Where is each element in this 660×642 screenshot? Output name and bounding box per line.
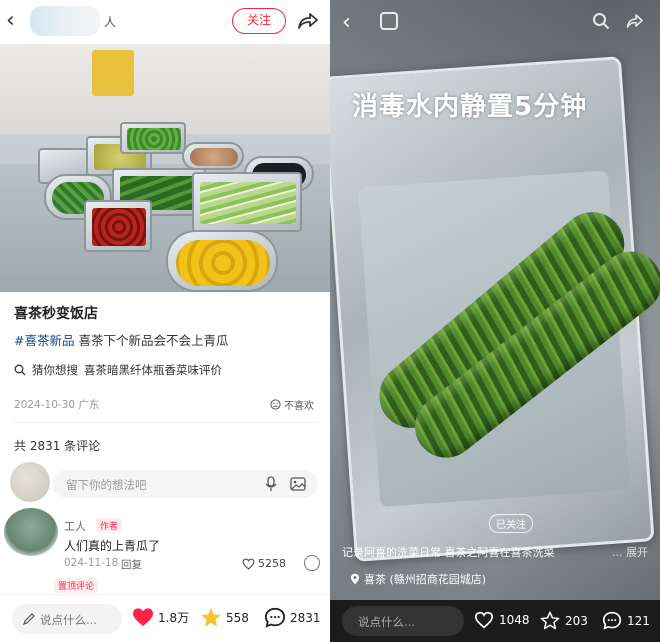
- tray: [84, 200, 152, 252]
- pen-icon: [23, 613, 35, 625]
- video-bottom-bar: 说点什么... 1048 203 121: [330, 600, 660, 642]
- expand-caption-link[interactable]: ... 展开: [612, 544, 648, 560]
- bookmark-icon[interactable]: [380, 12, 398, 30]
- dislike-label: 不喜欢: [284, 401, 314, 412]
- video-panel[interactable]: ‹ 消毒水内静置5分钟 已关注 记录阿喜的洗菜日常 喜茶之阿喜在喜茶洗菜 ...…: [330, 0, 660, 642]
- comment-button[interactable]: 2831: [264, 607, 321, 628]
- post-body: #喜茶新品 喜茶下个新品会不会上青瓜: [14, 330, 228, 349]
- favorite-count: 558: [226, 610, 249, 625]
- emoji-icon[interactable]: [304, 555, 320, 571]
- sad-face-icon: [270, 399, 281, 410]
- followed-button[interactable]: 已关注: [489, 514, 533, 533]
- lemon-fill: [176, 240, 270, 286]
- guess-search[interactable]: 猜你想搜 喜茶暗黑纤体瓶香菜味评价: [14, 360, 222, 380]
- reply-button[interactable]: 回复: [121, 557, 142, 572]
- video-favorite-count: 203: [565, 613, 588, 628]
- search-icon: [14, 364, 26, 376]
- bowl: [182, 142, 244, 170]
- comment-count: 共 2831 条评论: [14, 439, 101, 453]
- post-date-location: 2024-10-30 广东: [14, 399, 100, 411]
- guess-search-item[interactable]: 喜茶暗黑纤体瓶香菜味评价: [84, 362, 222, 378]
- like-count: 1.8万: [158, 610, 190, 625]
- video-overlay-title: 消毒水内静置5分钟: [352, 92, 588, 122]
- image-icon[interactable]: [290, 476, 306, 492]
- video-caption[interactable]: 记录阿喜的洗菜日常 喜茶之阿喜在喜茶洗菜 ... 展开: [342, 544, 654, 560]
- comment-bubble-icon: [602, 611, 622, 630]
- my-avatar: [10, 462, 50, 502]
- mushroom-fill: [190, 148, 238, 166]
- caption-text: 记录阿喜的洗菜日常 喜茶之阿喜在喜茶洗菜: [342, 546, 555, 559]
- share-icon[interactable]: [626, 12, 644, 30]
- comment-bubble-icon: [264, 607, 286, 628]
- comment-like-count: 5258: [258, 557, 286, 570]
- comment-total-count: 2831: [290, 610, 321, 625]
- commenter-avatar[interactable]: [4, 508, 58, 556]
- photo-yellow-box: [92, 50, 134, 96]
- post-detail-panel: ‹ 人 关注 喜茶秒变饭店 #喜茶新品 喜茶下个新品会不会上青瓜 猜你想搜 喜茶…: [0, 0, 330, 642]
- video-favorite-button[interactable]: 203: [540, 611, 588, 630]
- celery-fill: [200, 182, 296, 224]
- video-comment-input[interactable]: 说点什么...: [342, 606, 464, 636]
- post-header: ‹ 人 关注: [0, 0, 330, 44]
- back-icon[interactable]: ‹: [6, 8, 32, 34]
- back-icon[interactable]: ‹: [342, 10, 351, 35]
- heart-outline-icon: [474, 611, 494, 629]
- tray: [192, 172, 302, 232]
- pinned-badge: 置顶评论: [54, 578, 99, 593]
- video-comment-count: 121: [627, 613, 650, 628]
- follow-button[interactable]: 关注: [232, 8, 286, 34]
- location-pin-icon: [351, 573, 359, 585]
- video-input-placeholder: 说点什么...: [358, 615, 415, 629]
- post-body-text: 喜茶下个新品会不会上青瓜: [78, 333, 229, 348]
- comment-input[interactable]: 留下你的想法吧: [52, 470, 318, 498]
- star-outline-icon: [540, 611, 560, 630]
- screenshot-pair: ‹ 人 关注 喜茶秒变饭店 #喜茶新品 喜茶下个新品会不会上青瓜 猜你想搜 喜茶…: [0, 0, 660, 642]
- comment-text: 人们真的上青瓜了: [64, 539, 161, 553]
- microphone-icon[interactable]: [264, 476, 278, 492]
- photo-wall: [0, 44, 330, 134]
- bottom-comment-input[interactable]: 说点什么...: [12, 604, 122, 634]
- hashtag-link[interactable]: #喜茶新品: [14, 333, 74, 348]
- bowl: [166, 230, 278, 292]
- video-comment-button[interactable]: 121: [602, 611, 650, 630]
- share-icon[interactable]: [296, 9, 320, 33]
- bottom-action-bar: 说点什么... 1.8万 558 2831: [0, 594, 330, 642]
- like-button[interactable]: 1.8万: [132, 607, 189, 627]
- post-title: 喜茶秒变饭店: [14, 306, 98, 322]
- guess-search-label: 猜你想搜: [32, 363, 78, 377]
- post-photo-kitchen-vegetables[interactable]: [0, 44, 330, 292]
- search-icon[interactable]: [592, 12, 610, 30]
- author-name[interactable]: 人: [104, 13, 116, 30]
- location-tag[interactable]: 喜茶 (赣州招商花园城店): [350, 571, 486, 587]
- location-text: 喜茶 (赣州招商花园城店): [364, 573, 487, 586]
- comment-date: 024-11-18: [64, 557, 119, 569]
- heart-outline-icon: [242, 558, 255, 570]
- star-filled-icon: [201, 607, 221, 627]
- tomato-fill: [92, 208, 146, 246]
- author-badge: 作者: [96, 518, 123, 533]
- dislike-button[interactable]: 不喜欢: [270, 397, 314, 412]
- tray: [120, 122, 186, 154]
- divider: [14, 422, 316, 423]
- greens-fill: [127, 128, 181, 150]
- commenter-name[interactable]: 工人: [64, 518, 86, 534]
- heart-filled-icon: [133, 608, 153, 627]
- favorite-button[interactable]: 558: [200, 607, 249, 628]
- comment-input-placeholder: 留下你的想法吧: [66, 478, 147, 492]
- author-avatar[interactable]: [30, 6, 100, 36]
- bottom-input-placeholder: 说点什么...: [40, 613, 97, 627]
- steel-pan: [330, 56, 660, 562]
- comment-like-button[interactable]: 5258: [242, 557, 286, 570]
- video-like-button[interactable]: 1048: [474, 611, 530, 629]
- video-like-count: 1048: [499, 613, 530, 627]
